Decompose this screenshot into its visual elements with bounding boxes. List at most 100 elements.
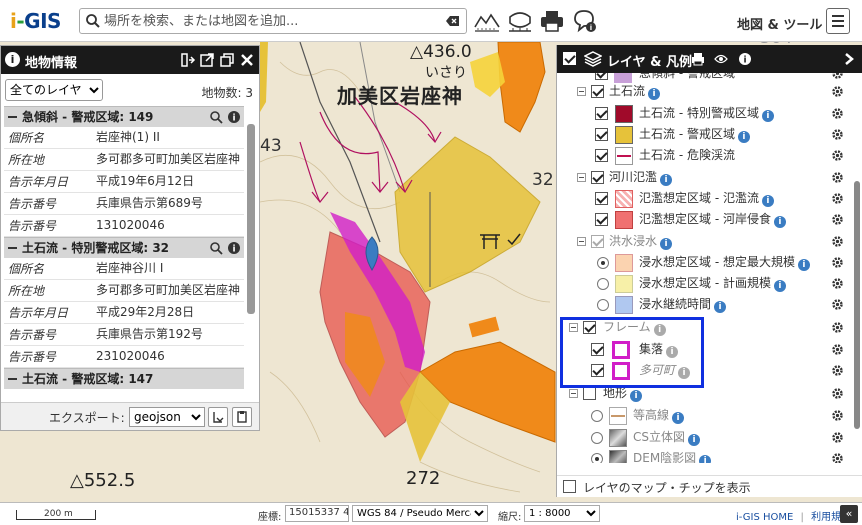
info-icon[interactable]: i [737, 131, 750, 143]
info-icon[interactable]: i [672, 412, 685, 424]
gear-icon[interactable] [831, 85, 844, 98]
layer-legend-panel: レイヤ & 凡例 i 急傾斜 - 警戒区域 土石流 i 土石流 - 特別警戒区域 i [556, 45, 862, 497]
feature-list-scrollbar[interactable] [247, 112, 255, 402]
export-clipboard-icon[interactable] [232, 407, 252, 427]
hamburger-menu-icon[interactable] [826, 8, 850, 34]
dock-icon[interactable] [180, 52, 196, 68]
gear-icon[interactable] [831, 364, 844, 377]
layer-checkbox[interactable] [591, 235, 604, 248]
collapse-icon[interactable] [577, 173, 586, 182]
layer-checkbox[interactable] [595, 107, 608, 120]
close-icon[interactable] [239, 52, 255, 68]
gear-icon[interactable] [831, 321, 844, 334]
layer-checkbox[interactable] [595, 149, 608, 162]
info-icon[interactable]: i [227, 241, 241, 255]
layer-checkbox[interactable] [595, 73, 608, 80]
collapse-icon[interactable] [577, 237, 586, 246]
copy-icon[interactable] [219, 52, 235, 68]
chevron-right-icon[interactable] [843, 52, 855, 66]
show-map-chip-checkbox[interactable] [563, 480, 576, 493]
info-icon[interactable]: i [688, 434, 700, 446]
location-info-icon[interactable]: i [570, 7, 598, 35]
info-icon: i [5, 52, 20, 67]
collapse-icon[interactable] [569, 389, 578, 398]
layer-group-row: 土石流 i [557, 81, 853, 102]
map-label: 43 [260, 136, 282, 156]
popout-icon[interactable] [199, 52, 215, 68]
gear-icon[interactable] [831, 431, 844, 444]
gear-icon[interactable] [831, 107, 844, 120]
zoom-to-icon[interactable] [209, 110, 223, 124]
gear-icon[interactable] [831, 409, 844, 422]
gear-icon[interactable] [831, 171, 844, 184]
zoom-to-icon[interactable] [209, 241, 223, 255]
feature-header[interactable]: 急傾斜 - 警戒区域: 149 i [4, 106, 244, 127]
layer-radio[interactable] [597, 257, 609, 269]
visibility-icon[interactable] [714, 53, 728, 65]
coord-value: 15015337 4180651 [285, 505, 349, 522]
layer-radio[interactable] [591, 410, 603, 422]
feature-header[interactable]: 土石流 - 警戒区域: 147 [4, 368, 244, 389]
info-icon[interactable]: i [761, 195, 774, 207]
scale-select[interactable]: 1 : 8000 [524, 505, 600, 522]
layer-radio[interactable] [597, 278, 609, 290]
info-icon[interactable]: i [797, 259, 810, 271]
toggle-all-checkbox[interactable] [563, 52, 576, 65]
gear-icon[interactable] [831, 277, 844, 290]
info-icon[interactable]: i [630, 390, 643, 402]
gear-icon[interactable] [831, 452, 844, 463]
layer-radio[interactable] [591, 453, 603, 463]
gear-icon[interactable] [831, 256, 844, 269]
measure-area-icon[interactable] [506, 7, 534, 35]
print-icon[interactable] [538, 7, 566, 35]
layer-row: DEM陰影図 i [557, 448, 853, 463]
layer-checkbox[interactable] [595, 192, 608, 205]
gear-icon[interactable] [831, 235, 844, 248]
gear-icon[interactable] [831, 343, 844, 356]
layer-list-scrollbar[interactable] [853, 73, 861, 463]
layer-checkbox[interactable] [591, 85, 604, 98]
gear-icon[interactable] [831, 213, 844, 226]
collapse-icon[interactable]: « [840, 505, 858, 523]
export-download-icon[interactable] [208, 407, 228, 427]
export-format-select[interactable]: geojson [129, 407, 205, 427]
collapse-icon[interactable] [8, 378, 17, 380]
info-icon[interactable]: i [227, 110, 241, 124]
info-icon[interactable]: i [738, 52, 752, 66]
collapse-icon[interactable] [8, 247, 17, 249]
layer-checkbox[interactable] [595, 128, 608, 141]
collapse-icon[interactable] [8, 116, 17, 118]
info-icon[interactable]: i [773, 280, 786, 292]
legend-swatch [615, 190, 633, 208]
gear-icon[interactable] [831, 387, 844, 400]
info-icon[interactable]: i [660, 238, 673, 250]
gear-icon[interactable] [831, 298, 844, 311]
info-icon[interactable]: i [699, 455, 712, 463]
search-input[interactable] [104, 12, 434, 30]
layer-radio[interactable] [591, 432, 603, 444]
feature-header[interactable]: 土石流 - 特別警戒区域: 32 i [4, 237, 244, 258]
search-box[interactable] [79, 8, 467, 34]
print-icon[interactable] [691, 52, 705, 66]
gear-icon[interactable] [831, 128, 844, 141]
info-icon[interactable]: i [773, 216, 786, 228]
gear-icon[interactable] [831, 192, 844, 205]
gear-icon[interactable] [831, 73, 844, 80]
info-icon[interactable]: i [648, 88, 661, 100]
crs-select[interactable]: WGS 84 / Pseudo Mercator [352, 505, 488, 522]
terrain-profile-icon[interactable] [473, 7, 501, 35]
layer-filter-select[interactable]: 全てのレイヤ [5, 79, 103, 101]
layer-checkbox[interactable] [583, 387, 596, 400]
home-link[interactable]: i-GIS HOME [736, 512, 793, 523]
layer-radio[interactable] [597, 299, 609, 311]
layer-checkbox[interactable] [591, 171, 604, 184]
info-icon[interactable]: i [714, 301, 727, 313]
collapse-icon[interactable] [577, 87, 586, 96]
clear-search-icon[interactable] [446, 15, 460, 27]
info-icon[interactable]: i [660, 174, 673, 186]
gear-icon[interactable] [831, 149, 844, 162]
layer-checkbox[interactable] [595, 213, 608, 226]
app-logo[interactable]: i-GIS [10, 9, 61, 33]
map-tools-menu[interactable]: 地図 & ツール [737, 14, 822, 33]
info-icon[interactable]: i [761, 110, 774, 122]
